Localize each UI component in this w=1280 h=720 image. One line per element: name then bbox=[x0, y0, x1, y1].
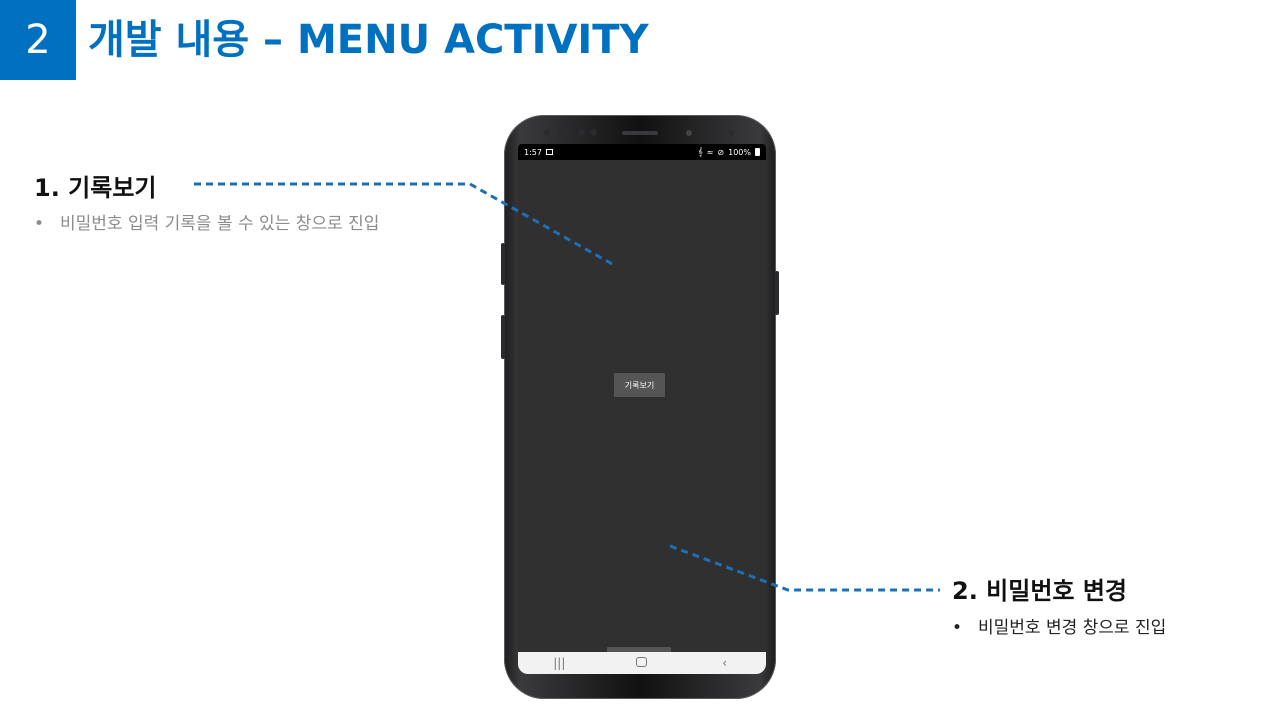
bullet-dot: • bbox=[952, 618, 963, 638]
password-callout-description: • 비밀번호 변경 창으로 진입 bbox=[952, 613, 1166, 638]
history-description-text: 비밀번호 입력 기록을 볼 수 있는 창으로 진입 bbox=[60, 214, 380, 234]
bullet-dot: • bbox=[34, 214, 45, 234]
password-description-text: 비밀번호 변경 창으로 진입 bbox=[978, 618, 1167, 638]
history-callout-description: • 비밀번호 입력 기록을 볼 수 있는 창으로 진입 bbox=[34, 209, 379, 234]
password-callout-title: 2. 비밀번호 변경 bbox=[952, 577, 1128, 605]
history-callout-title: 1. 기록보기 bbox=[34, 174, 157, 202]
connector-lines bbox=[194, 182, 940, 592]
password-connector-line bbox=[669, 544, 940, 592]
